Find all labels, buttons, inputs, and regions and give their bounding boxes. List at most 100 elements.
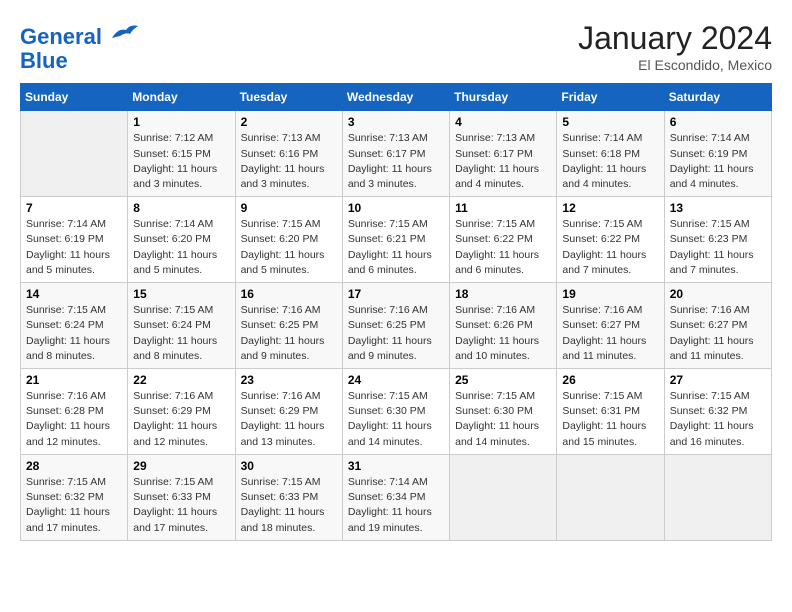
day-number: 7 — [26, 201, 122, 215]
calendar-cell: 21 Sunrise: 7:16 AM Sunset: 6:28 PM Dayli… — [21, 369, 128, 455]
day-info: Sunrise: 7:15 AM Sunset: 6:30 PM Dayligh… — [348, 389, 444, 450]
day-number: 16 — [241, 287, 337, 301]
calendar-cell: 13 Sunrise: 7:15 AM Sunset: 6:23 PM Dayli… — [664, 197, 771, 283]
day-number: 31 — [348, 459, 444, 473]
day-info: Sunrise: 7:15 AM Sunset: 6:32 PM Dayligh… — [670, 389, 766, 450]
calendar-cell: 6Sunrise: 7:14 AM Sunset: 6:19 PM Daylig… — [664, 111, 771, 197]
weekday-header-monday: Monday — [128, 84, 235, 111]
day-info: Sunrise: 7:14 AM Sunset: 6:20 PM Dayligh… — [133, 217, 229, 278]
calendar-cell: 20 Sunrise: 7:16 AM Sunset: 6:27 PM Dayli… — [664, 283, 771, 369]
calendar-table: SundayMondayTuesdayWednesdayThursdayFrid… — [20, 83, 772, 540]
day-number: 5 — [562, 115, 658, 129]
day-info: Sunrise: 7:15 AM Sunset: 6:21 PM Dayligh… — [348, 217, 444, 278]
calendar-cell: 14 Sunrise: 7:15 AM Sunset: 6:24 PM Dayli… — [21, 283, 128, 369]
day-number: 20 — [670, 287, 766, 301]
calendar-cell: 4Sunrise: 7:13 AM Sunset: 6:17 PM Daylig… — [450, 111, 557, 197]
day-info: Sunrise: 7:15 AM Sunset: 6:33 PM Dayligh… — [133, 475, 229, 536]
month-title: January 2024 — [578, 20, 772, 57]
day-number: 19 — [562, 287, 658, 301]
title-block: January 2024 El Escondido, Mexico — [578, 20, 772, 73]
logo-text: General — [20, 20, 140, 49]
location: El Escondido, Mexico — [578, 57, 772, 73]
day-info: Sunrise: 7:14 AM Sunset: 6:19 PM Dayligh… — [26, 217, 122, 278]
day-number: 25 — [455, 373, 551, 387]
weekday-header-wednesday: Wednesday — [342, 84, 449, 111]
day-number: 13 — [670, 201, 766, 215]
calendar-cell: 8 Sunrise: 7:14 AM Sunset: 6:20 PM Daylig… — [128, 197, 235, 283]
day-number: 14 — [26, 287, 122, 301]
day-info: Sunrise: 7:15 AM Sunset: 6:24 PM Dayligh… — [26, 303, 122, 364]
calendar-cell: 24 Sunrise: 7:15 AM Sunset: 6:30 PM Dayli… — [342, 369, 449, 455]
calendar-cell — [664, 454, 771, 540]
calendar-week-row: 14 Sunrise: 7:15 AM Sunset: 6:24 PM Dayli… — [21, 283, 772, 369]
logo: General Blue — [20, 20, 140, 73]
day-number: 21 — [26, 373, 122, 387]
calendar-cell: 9 Sunrise: 7:15 AM Sunset: 6:20 PM Daylig… — [235, 197, 342, 283]
weekday-header-saturday: Saturday — [664, 84, 771, 111]
weekday-header-tuesday: Tuesday — [235, 84, 342, 111]
day-number: 2 — [241, 115, 337, 129]
day-number: 26 — [562, 373, 658, 387]
day-info: Sunrise: 7:16 AM Sunset: 6:27 PM Dayligh… — [670, 303, 766, 364]
day-number: 15 — [133, 287, 229, 301]
day-number: 12 — [562, 201, 658, 215]
day-number: 22 — [133, 373, 229, 387]
day-info: Sunrise: 7:12 AM Sunset: 6:15 PM Dayligh… — [133, 131, 229, 192]
day-number: 8 — [133, 201, 229, 215]
page-header: General Blue January 2024 El Escondido, … — [20, 20, 772, 73]
day-info: Sunrise: 7:16 AM Sunset: 6:27 PM Dayligh… — [562, 303, 658, 364]
calendar-cell: 26 Sunrise: 7:15 AM Sunset: 6:31 PM Dayli… — [557, 369, 664, 455]
calendar-cell — [21, 111, 128, 197]
calendar-cell: 2 Sunrise: 7:13 AM Sunset: 6:16 PM Daylig… — [235, 111, 342, 197]
day-number: 17 — [348, 287, 444, 301]
calendar-cell: 10 Sunrise: 7:15 AM Sunset: 6:21 PM Dayli… — [342, 197, 449, 283]
day-number: 10 — [348, 201, 444, 215]
calendar-cell: 25 Sunrise: 7:15 AM Sunset: 6:30 PM Dayli… — [450, 369, 557, 455]
calendar-cell: 7 Sunrise: 7:14 AM Sunset: 6:19 PM Daylig… — [21, 197, 128, 283]
day-info: Sunrise: 7:16 AM Sunset: 6:28 PM Dayligh… — [26, 389, 122, 450]
calendar-cell: 27 Sunrise: 7:15 AM Sunset: 6:32 PM Dayli… — [664, 369, 771, 455]
calendar-week-row: 1 Sunrise: 7:12 AM Sunset: 6:15 PM Daylig… — [21, 111, 772, 197]
day-number: 29 — [133, 459, 229, 473]
day-number: 27 — [670, 373, 766, 387]
day-info: Sunrise: 7:14 AM Sunset: 6:18 PM Dayligh… — [562, 131, 658, 192]
day-info: Sunrise: 7:15 AM Sunset: 6:20 PM Dayligh… — [241, 217, 337, 278]
day-info: Sunrise: 7:14 AM Sunset: 6:34 PM Dayligh… — [348, 475, 444, 536]
day-number: 9 — [241, 201, 337, 215]
day-number: 23 — [241, 373, 337, 387]
day-info: Sunrise: 7:15 AM Sunset: 6:33 PM Dayligh… — [241, 475, 337, 536]
day-number: 11 — [455, 201, 551, 215]
calendar-week-row: 28 Sunrise: 7:15 AM Sunset: 6:32 PM Dayli… — [21, 454, 772, 540]
day-info: Sunrise: 7:15 AM Sunset: 6:23 PM Dayligh… — [670, 217, 766, 278]
day-info: Sunrise: 7:15 AM Sunset: 6:22 PM Dayligh… — [562, 217, 658, 278]
calendar-week-row: 21 Sunrise: 7:16 AM Sunset: 6:28 PM Dayli… — [21, 369, 772, 455]
weekday-header-thursday: Thursday — [450, 84, 557, 111]
weekday-header-friday: Friday — [557, 84, 664, 111]
calendar-cell: 18Sunrise: 7:16 AM Sunset: 6:26 PM Dayli… — [450, 283, 557, 369]
day-number: 1 — [133, 115, 229, 129]
calendar-cell: 31 Sunrise: 7:14 AM Sunset: 6:34 PM Dayli… — [342, 454, 449, 540]
day-info: Sunrise: 7:13 AM Sunset: 6:17 PM Dayligh… — [348, 131, 444, 192]
day-number: 4 — [455, 115, 551, 129]
day-info: Sunrise: 7:13 AM Sunset: 6:16 PM Dayligh… — [241, 131, 337, 192]
calendar-cell: 11Sunrise: 7:15 AM Sunset: 6:22 PM Dayli… — [450, 197, 557, 283]
day-number: 24 — [348, 373, 444, 387]
calendar-cell — [450, 454, 557, 540]
calendar-cell: 19 Sunrise: 7:16 AM Sunset: 6:27 PM Dayli… — [557, 283, 664, 369]
day-number: 28 — [26, 459, 122, 473]
day-info: Sunrise: 7:15 AM Sunset: 6:32 PM Dayligh… — [26, 475, 122, 536]
calendar-cell: 22Sunrise: 7:16 AM Sunset: 6:29 PM Dayli… — [128, 369, 235, 455]
day-number: 18 — [455, 287, 551, 301]
calendar-cell: 23Sunrise: 7:16 AM Sunset: 6:29 PM Dayli… — [235, 369, 342, 455]
day-info: Sunrise: 7:16 AM Sunset: 6:25 PM Dayligh… — [348, 303, 444, 364]
calendar-cell: 15Sunrise: 7:15 AM Sunset: 6:24 PM Dayli… — [128, 283, 235, 369]
logo-bird-icon — [110, 20, 140, 44]
weekday-header-row: SundayMondayTuesdayWednesdayThursdayFrid… — [21, 84, 772, 111]
day-info: Sunrise: 7:15 AM Sunset: 6:31 PM Dayligh… — [562, 389, 658, 450]
weekday-header-sunday: Sunday — [21, 84, 128, 111]
day-info: Sunrise: 7:16 AM Sunset: 6:25 PM Dayligh… — [241, 303, 337, 364]
day-number: 3 — [348, 115, 444, 129]
calendar-cell: 29 Sunrise: 7:15 AM Sunset: 6:33 PM Dayli… — [128, 454, 235, 540]
day-info: Sunrise: 7:15 AM Sunset: 6:30 PM Dayligh… — [455, 389, 551, 450]
calendar-cell: 28 Sunrise: 7:15 AM Sunset: 6:32 PM Dayli… — [21, 454, 128, 540]
